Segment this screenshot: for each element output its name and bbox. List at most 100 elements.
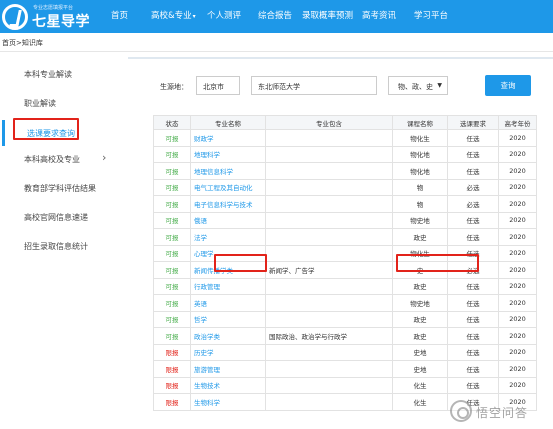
requirement-cell: 任选 — [447, 129, 499, 147]
col-header-requirement: 选课要求 — [447, 115, 499, 130]
major-link[interactable]: 电子信息科学与技术 — [190, 195, 266, 213]
major-link[interactable]: 哲学 — [190, 310, 266, 328]
year-cell: 2020 — [498, 195, 537, 213]
status-cell: 限报 — [153, 343, 191, 361]
sidebar-item-career-interpretation[interactable]: 职业解读 — [0, 89, 120, 119]
major-link[interactable]: 法学 — [190, 228, 266, 246]
highlight-box-course — [396, 254, 479, 272]
included-majors-cell — [265, 178, 393, 196]
major-link[interactable]: 行政管理 — [190, 277, 266, 295]
table-row: 可报 地理科学 物化地 任选 2020 — [153, 145, 537, 163]
included-majors-cell — [265, 195, 393, 213]
major-link[interactable]: 英语 — [190, 294, 266, 312]
nav-home[interactable]: 首页 — [111, 9, 128, 21]
table-row: 可报 哲学 政史 任选 2020 — [153, 310, 537, 328]
status-cell: 限报 — [153, 376, 191, 394]
query-button[interactable]: 查询 — [485, 75, 531, 96]
logo[interactable]: 专业志愿填报平台 七星导学 — [2, 2, 90, 32]
year-cell: 2020 — [498, 244, 537, 262]
major-link[interactable]: 俄语 — [190, 211, 266, 229]
requirement-cell: 任选 — [447, 145, 499, 163]
sidebar-item-official-news[interactable]: 高校官网信息速递 — [0, 203, 120, 233]
major-link[interactable]: 电气工程及其自动化 — [190, 178, 266, 196]
status-cell: 可报 — [153, 310, 191, 328]
logo-icon — [2, 4, 28, 30]
chevron-right-icon: › — [102, 151, 107, 164]
major-link[interactable]: 历史学 — [190, 343, 266, 361]
breadcrumb[interactable]: 首页>知识库 — [2, 38, 43, 48]
nav-news[interactable]: 高考资讯 — [362, 9, 396, 21]
course-cell: 物化地 — [392, 162, 448, 180]
included-majors-cell — [265, 376, 393, 394]
school-input[interactable]: 东北师范大学 — [251, 76, 377, 95]
status-cell: 限报 — [153, 360, 191, 378]
included-majors-cell — [265, 343, 393, 361]
year-cell: 2020 — [498, 327, 537, 345]
included-majors-cell — [265, 129, 393, 147]
status-cell: 可报 — [153, 327, 191, 345]
course-cell: 物史地 — [392, 294, 448, 312]
dropdown-arrow-icon: ▼ — [437, 82, 442, 89]
requirement-cell: 任选 — [447, 376, 499, 394]
status-cell: 可报 — [153, 211, 191, 229]
nav-report[interactable]: 综合报告 — [258, 9, 292, 21]
page: 专业志愿填报平台 七星导学 首页 高校&专业▾ 个人测评 综合报告 录取概率预测… — [0, 0, 553, 429]
status-cell: 可报 — [153, 129, 191, 147]
included-majors-cell — [265, 244, 393, 262]
course-cell: 政史 — [392, 277, 448, 295]
course-cell: 化生 — [392, 376, 448, 394]
sidebar-item-discipline-evaluation[interactable]: 教育部学科评估结果 — [0, 174, 120, 204]
requirement-cell: 任选 — [447, 327, 499, 345]
col-header-year: 高考年份 — [498, 115, 537, 130]
year-cell: 2020 — [498, 211, 537, 229]
major-link[interactable]: 旅游管理 — [190, 360, 266, 378]
major-link[interactable]: 生物技术 — [190, 376, 266, 394]
major-link[interactable]: 地理信息科学 — [190, 162, 266, 180]
top-nav-bar: 专业志愿填报平台 七星导学 首页 高校&专业▾ 个人测评 综合报告 录取概率预测… — [0, 0, 553, 33]
chevron-down-icon: ▾ — [192, 13, 196, 20]
requirement-cell: 任选 — [447, 162, 499, 180]
logo-subtitle: 专业志愿填报平台 — [33, 5, 74, 11]
requirement-cell: 必选 — [447, 178, 499, 196]
sidebar-item-label: 本科高校及专业 — [24, 155, 80, 164]
table-row: 可报 政治学类 国际政治、政治学与行政学 政史 任选 2020 — [153, 327, 537, 345]
sidebar-item-label: 招生录取信息统计 — [24, 242, 88, 251]
year-cell: 2020 — [498, 294, 537, 312]
nav-learning[interactable]: 学习平台 — [414, 9, 448, 21]
table-row: 限报 历史学 史地 任选 2020 — [153, 343, 537, 361]
sidebar-item-universities-majors[interactable]: 本科高校及专业 › — [0, 145, 120, 175]
sidebar-item-admission-stats[interactable]: 招生录取信息统计 — [0, 232, 120, 262]
requirement-cell: 任选 — [447, 277, 499, 295]
wukong-logo-icon — [450, 400, 472, 422]
course-cell: 物 — [392, 178, 448, 196]
nav-personal-assessment[interactable]: 个人测评 — [207, 9, 241, 21]
status-cell: 可报 — [153, 228, 191, 246]
course-requirements-table: 状态 专业名称 专业包含 课程名称 选课要求 高考年份 可报 财政学 物化生 任选 20… — [153, 115, 537, 411]
major-link[interactable]: 地理科学 — [190, 145, 266, 163]
year-cell: 2020 — [498, 129, 537, 147]
origin-select[interactable]: 北京市 — [196, 76, 240, 95]
included-majors-cell — [265, 310, 393, 328]
included-majors-cell: 国际政治、政治学与行政学 — [265, 327, 393, 345]
included-majors-cell — [265, 162, 393, 180]
sidebar-item-label: 职业解读 — [24, 99, 56, 108]
requirement-cell: 必选 — [447, 195, 499, 213]
course-cell: 史地 — [392, 360, 448, 378]
major-link[interactable]: 政治学类 — [190, 327, 266, 345]
nav-schools-majors[interactable]: 高校&专业▾ — [151, 9, 196, 21]
sidebar-item-major-interpretation[interactable]: 本科专业解读 — [0, 60, 120, 90]
table-row: 可报 俄语 物史地 任选 2020 — [153, 211, 537, 229]
sidebar: 本科专业解读 职业解读 选课要求查询 本科高校及专业 › 教育部学科评估结果 高… — [0, 57, 120, 429]
course-cell: 物化地 — [392, 145, 448, 163]
year-cell: 2020 — [498, 162, 537, 180]
course-cell: 物化生 — [392, 129, 448, 147]
course-cell: 政史 — [392, 310, 448, 328]
status-cell: 可报 — [153, 277, 191, 295]
course-cell: 物 — [392, 195, 448, 213]
table-row: 可报 英语 物史地 任选 2020 — [153, 294, 537, 312]
nav-admission-prediction[interactable]: 录取概率预测 — [302, 9, 353, 21]
subjects-select[interactable]: 物、政、史 ▼ — [388, 76, 448, 95]
year-cell: 2020 — [498, 376, 537, 394]
major-link[interactable]: 生物科学 — [190, 393, 266, 411]
major-link[interactable]: 财政学 — [190, 129, 266, 147]
